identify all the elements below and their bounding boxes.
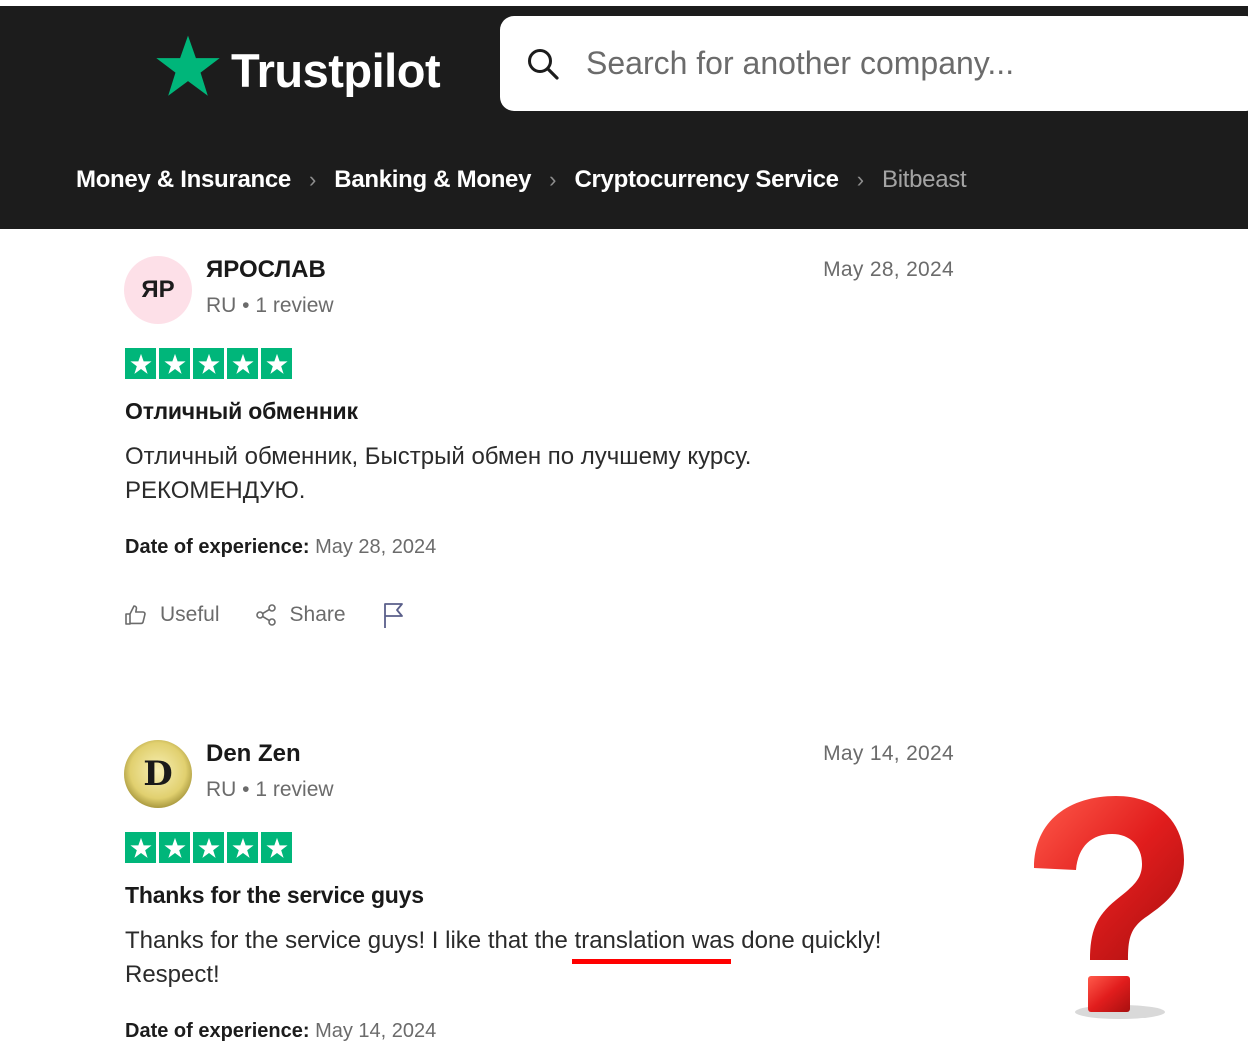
share-button[interactable]: Share (254, 603, 346, 627)
search-bar[interactable] (500, 16, 1248, 111)
useful-label: Useful (160, 603, 220, 626)
review-title[interactable]: Thanks for the service guys (125, 882, 424, 909)
reviewer-meta: RU • 1 review (206, 294, 334, 317)
review-text-line: Отличный обменник, Быстрый обмен по лучш… (125, 443, 752, 470)
breadcrumb-current-bitbeast: Bitbeast (882, 166, 967, 193)
star-icon (193, 832, 224, 863)
star-rating (125, 832, 292, 863)
search-icon (528, 48, 559, 80)
star-icon (261, 832, 292, 863)
chevron-right-icon: › (856, 167, 865, 192)
experience-date: May 28, 2024 (315, 536, 437, 558)
experience-label: Date of experience: (125, 1020, 310, 1042)
flag-icon (383, 603, 403, 628)
breadcrumb-banking-money[interactable]: Banking & Money (334, 166, 531, 194)
star-icon (125, 348, 156, 379)
review-text: Отличный обменник, Быстрый обмен по лучш… (125, 440, 751, 508)
avatar[interactable]: D (124, 740, 192, 808)
star-icon (125, 832, 156, 863)
reviewer-name[interactable]: Den Zen (206, 740, 301, 768)
review-date: May 28, 2024 (823, 258, 954, 281)
reviewer-meta: RU • 1 review (206, 778, 334, 801)
review-text: Thanks for the service guys! I like that… (125, 924, 881, 992)
experience-date: May 14, 2024 (315, 1020, 437, 1042)
star-icon (193, 348, 224, 379)
avatar[interactable]: ЯР (124, 256, 192, 324)
trustpilot-logo[interactable]: Trustpilot (155, 34, 441, 98)
date-of-experience: Date of experience: May 14, 2024 (125, 1020, 436, 1043)
breadcrumb-cryptocurrency-service[interactable]: Cryptocurrency Service (574, 166, 839, 194)
review-card: D Den Zen RU • 1 review May 14, 2024 Tha… (124, 740, 954, 1057)
date-of-experience: Date of experience: May 28, 2024 (125, 536, 436, 559)
review-title[interactable]: Отличный обменник (125, 398, 358, 425)
trustpilot-star-icon (156, 35, 220, 96)
chevron-right-icon: › (549, 167, 557, 192)
star-icon (227, 348, 258, 379)
star-rating (125, 348, 292, 379)
review-actions: Useful Share (124, 601, 418, 629)
experience-label: Date of experience: (125, 536, 310, 558)
useful-button[interactable]: Useful (124, 603, 220, 627)
breadcrumb: Money & Insurance › Banking & Money › Cr… (76, 166, 967, 194)
report-button[interactable] (382, 601, 418, 629)
reviewer-name[interactable]: ЯРОСЛАВ (206, 256, 326, 284)
star-icon (159, 832, 190, 863)
star-icon (227, 832, 258, 863)
review-date: May 14, 2024 (823, 742, 954, 765)
star-icon (159, 348, 190, 379)
site-header: Trustpilot Money & Insurance › Banking &… (0, 6, 1248, 229)
brand-name: Trustpilot (231, 43, 441, 97)
breadcrumb-money-insurance[interactable]: Money & Insurance (76, 166, 291, 194)
annotation-underline (572, 959, 731, 964)
share-icon (255, 604, 276, 626)
thumbs-up-icon (125, 605, 146, 625)
chevron-right-icon: › (308, 167, 317, 192)
review-text-line: Thanks for the service guys! I like that… (125, 927, 882, 954)
share-label: Share (289, 603, 346, 626)
question-mark-icon (1034, 796, 1184, 1019)
review-text-line: РЕКОМЕНДУЮ. (125, 477, 306, 504)
review-text-line: Respect! (125, 961, 220, 988)
star-icon (261, 348, 292, 379)
search-input[interactable] (584, 44, 1148, 83)
review-card: ЯР ЯРОСЛАВ RU • 1 review May 28, 2024 От… (124, 256, 954, 646)
